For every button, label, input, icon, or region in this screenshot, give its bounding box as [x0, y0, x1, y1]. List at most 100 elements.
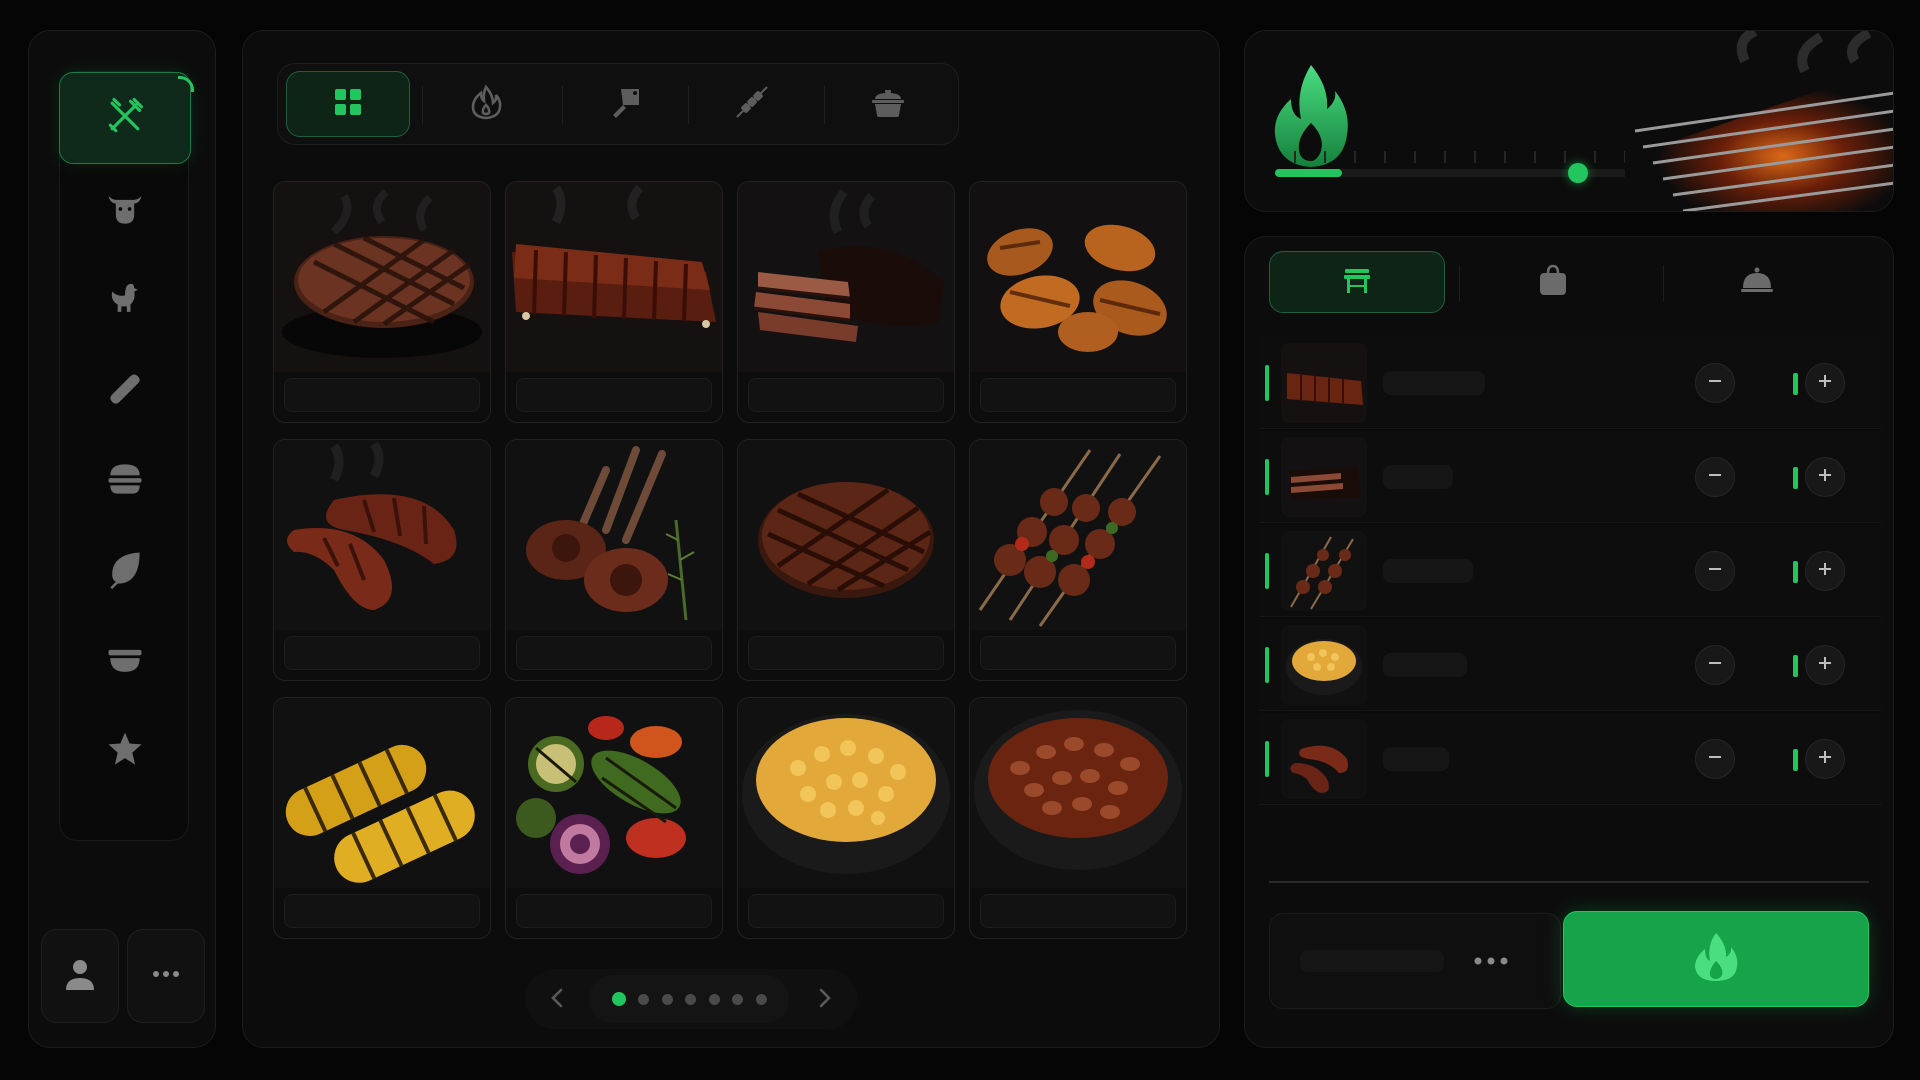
decrease-quantity-button[interactable]	[1695, 457, 1735, 497]
page-dot[interactable]	[685, 993, 696, 1005]
menu-item-baked-beans[interactable]	[969, 697, 1187, 939]
tab-butcher[interactable]	[564, 71, 688, 137]
tab-dine-in[interactable]	[1269, 251, 1445, 313]
order-item-accent	[1265, 647, 1269, 683]
cleaver-icon	[607, 83, 645, 125]
decrease-quantity-button[interactable]	[1695, 551, 1735, 591]
decrease-quantity-button[interactable]	[1695, 739, 1735, 779]
increase-quantity-button[interactable]	[1805, 363, 1845, 403]
menu-filter-tabs	[277, 63, 959, 145]
user-icon	[60, 954, 100, 998]
dine-in-icon	[1338, 261, 1376, 303]
category-chicken[interactable]	[60, 257, 190, 345]
menu-item-lamb-chops[interactable]	[505, 439, 723, 681]
heat-slider-fill	[1275, 169, 1342, 177]
page-dot[interactable]	[611, 992, 626, 1006]
page-dot[interactable]	[708, 993, 720, 1005]
heat-slider[interactable]	[1275, 163, 1645, 183]
minus-icon	[1706, 748, 1724, 770]
order-item-accent	[1265, 365, 1269, 401]
menu-item-kebab-skewers[interactable]	[969, 439, 1187, 681]
grilled-corn-image	[274, 698, 490, 888]
item-name-placeholder	[1383, 653, 1467, 677]
quantity-indicator	[1793, 373, 1798, 395]
minus-icon	[1706, 466, 1724, 488]
tab-skewers[interactable]	[690, 71, 814, 137]
lamb-chops-image	[506, 440, 722, 630]
menu-item-brisket[interactable]	[737, 181, 955, 423]
tab-delivery[interactable]	[1669, 251, 1845, 313]
order-item[interactable]	[1259, 431, 1881, 523]
minus-icon	[1706, 654, 1724, 676]
tab-all[interactable]	[286, 71, 410, 137]
fire-order-button[interactable]	[1563, 911, 1869, 1007]
menu-item-sausages[interactable]	[273, 439, 491, 681]
item-caption-placeholder	[516, 378, 712, 412]
skewer-icon	[733, 83, 771, 125]
item-caption-placeholder	[284, 894, 480, 928]
burger-patty-image	[738, 440, 954, 630]
menu-item-mac-and-cheese[interactable]	[737, 697, 955, 939]
item-caption-placeholder	[980, 894, 1176, 928]
baked-beans-image	[970, 698, 1186, 888]
tab-divider	[688, 86, 689, 124]
sausages-image	[274, 440, 490, 630]
sausages-image	[1281, 719, 1367, 799]
minus-icon	[1706, 372, 1724, 394]
order-item[interactable]	[1259, 337, 1881, 429]
order-item-accent	[1265, 459, 1269, 495]
mac-and-cheese-image	[738, 698, 954, 888]
order-item[interactable]	[1259, 713, 1881, 805]
mac-and-cheese-image	[1281, 625, 1367, 705]
category-burger[interactable]	[60, 437, 190, 525]
category-beef[interactable]	[60, 167, 190, 255]
category-vegetarian[interactable]	[60, 527, 190, 615]
page-dot[interactable]	[661, 993, 673, 1005]
order-summary[interactable]	[1269, 913, 1561, 1009]
page-dot[interactable]	[755, 993, 767, 1005]
quantity-indicator	[1793, 561, 1798, 583]
page-dot[interactable]	[732, 993, 743, 1005]
flame-icon	[1693, 931, 1739, 987]
menu-item-grilled-vegetables[interactable]	[505, 697, 723, 939]
category-sausage[interactable]	[60, 347, 190, 435]
page-dot[interactable]	[638, 993, 649, 1005]
menu-item-wings[interactable]	[969, 181, 1187, 423]
tab-grilled[interactable]	[424, 71, 548, 137]
menu-item-ribs[interactable]	[505, 181, 723, 423]
increase-quantity-button[interactable]	[1805, 645, 1845, 685]
increase-quantity-button[interactable]	[1805, 739, 1845, 779]
chevron-right-icon	[809, 988, 839, 1017]
decrease-quantity-button[interactable]	[1695, 645, 1735, 685]
next-page-button[interactable]	[809, 983, 839, 1013]
order-divider	[1269, 881, 1869, 883]
plus-icon	[1816, 560, 1834, 582]
plus-icon	[1816, 466, 1834, 488]
tab-divider	[824, 86, 825, 124]
increase-quantity-button[interactable]	[1805, 457, 1845, 497]
more-button[interactable]	[127, 929, 205, 1023]
previous-page-button[interactable]	[543, 983, 573, 1013]
order-item[interactable]	[1259, 525, 1881, 617]
profile-button[interactable]	[41, 929, 119, 1023]
category-grill[interactable]	[59, 72, 191, 164]
order-options-button[interactable]	[1466, 942, 1516, 980]
quantity-indicator	[1793, 467, 1798, 489]
increase-quantity-button[interactable]	[1805, 551, 1845, 591]
category-favorites[interactable]	[60, 707, 190, 795]
decrease-quantity-button[interactable]	[1695, 363, 1735, 403]
menu-item-grilled-corn[interactable]	[273, 697, 491, 939]
item-name-placeholder	[1383, 465, 1453, 489]
tab-takeaway[interactable]	[1465, 251, 1641, 313]
category-sides[interactable]	[60, 617, 190, 705]
grilled-vegetables-image	[506, 698, 722, 888]
heat-slider-thumb[interactable]	[1568, 163, 1589, 183]
tab-stews[interactable]	[826, 71, 950, 137]
menu-item-burger-patty[interactable]	[737, 439, 955, 681]
order-panel	[1244, 236, 1894, 1048]
menu-panel	[242, 30, 1220, 1048]
grill-tools-icon	[103, 94, 147, 142]
steak-image	[274, 182, 490, 372]
menu-item-steak[interactable]	[273, 181, 491, 423]
order-item[interactable]	[1259, 619, 1881, 711]
